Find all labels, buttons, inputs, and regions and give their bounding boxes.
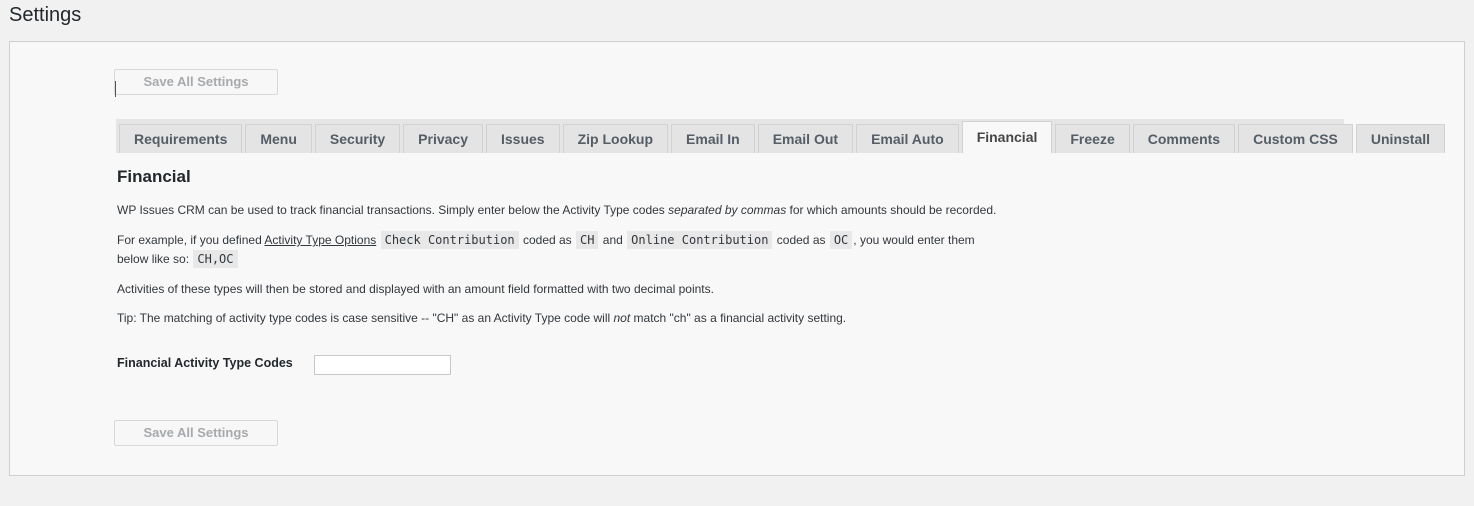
example-text: coded as — [519, 233, 576, 247]
tip-emphasis: not — [613, 311, 631, 325]
storage-paragraph: Activities of these types will then be s… — [117, 282, 714, 296]
tab-custom-css[interactable]: Custom CSS — [1238, 124, 1353, 153]
page-title: Settings — [9, 4, 82, 26]
tab-financial[interactable]: Financial — [961, 121, 1053, 153]
example-text: , you would enter them — [853, 233, 975, 247]
tab-privacy[interactable]: Privacy — [403, 124, 483, 153]
example-text: coded as — [773, 233, 829, 247]
tip-text-end: match "ch" as a financial activity setti… — [630, 311, 847, 325]
tab-comments[interactable]: Comments — [1132, 124, 1236, 153]
intro-emphasis: separated by commas — [668, 203, 787, 217]
code-ch: CH — [576, 231, 599, 249]
tab-menu[interactable]: Menu — [245, 124, 312, 153]
tab-email-in[interactable]: Email In — [671, 124, 755, 153]
code-oc: OC — [829, 231, 853, 249]
activity-type-options-link[interactable]: Activity Type Options — [264, 233, 376, 247]
tab-uninstall[interactable]: Uninstall — [1355, 124, 1446, 153]
tab-freeze[interactable]: Freeze — [1055, 124, 1130, 153]
example-text: and — [599, 233, 627, 247]
example-text: For example, if you defined — [117, 233, 265, 247]
code-check-contribution: Check Contribution — [380, 231, 519, 249]
save-all-settings-button-bottom[interactable]: Save All Settings — [114, 420, 278, 446]
tab-email-auto[interactable]: Email Auto — [856, 124, 959, 153]
example-text: below like so: — [117, 252, 193, 266]
section-title: Financial — [117, 167, 191, 186]
tab-requirements[interactable]: Requirements — [119, 124, 243, 153]
financial-codes-input[interactable] — [314, 355, 451, 375]
tab-zip-lookup[interactable]: Zip Lookup — [562, 124, 669, 153]
tab-security[interactable]: Security — [314, 124, 401, 153]
code-online-contribution: Online Contribution — [627, 231, 773, 249]
save-all-settings-button-top[interactable]: Save All Settings — [114, 69, 278, 97]
settings-panel: Save All Settings Requirements Menu Secu… — [9, 41, 1465, 476]
tab-email-out[interactable]: Email Out — [757, 124, 854, 153]
code-ch-oc: CH,OC — [193, 250, 238, 268]
example-paragraph: For example, if you defined Activity Typ… — [117, 231, 975, 269]
tab-issues[interactable]: Issues — [486, 124, 560, 153]
intro-text: WP Issues CRM can be used to track finan… — [117, 203, 669, 217]
intro-text-end: for which amounts should be recorded. — [786, 203, 997, 217]
settings-tabs: Requirements Menu Security Privacy Issue… — [116, 119, 1446, 153]
financial-codes-label: Financial Activity Type Codes — [117, 356, 293, 370]
tip-text: Tip: The matching of activity type codes… — [117, 311, 614, 325]
intro-paragraph: WP Issues CRM can be used to track finan… — [117, 201, 996, 220]
tip-paragraph: Tip: The matching of activity type codes… — [117, 309, 846, 328]
